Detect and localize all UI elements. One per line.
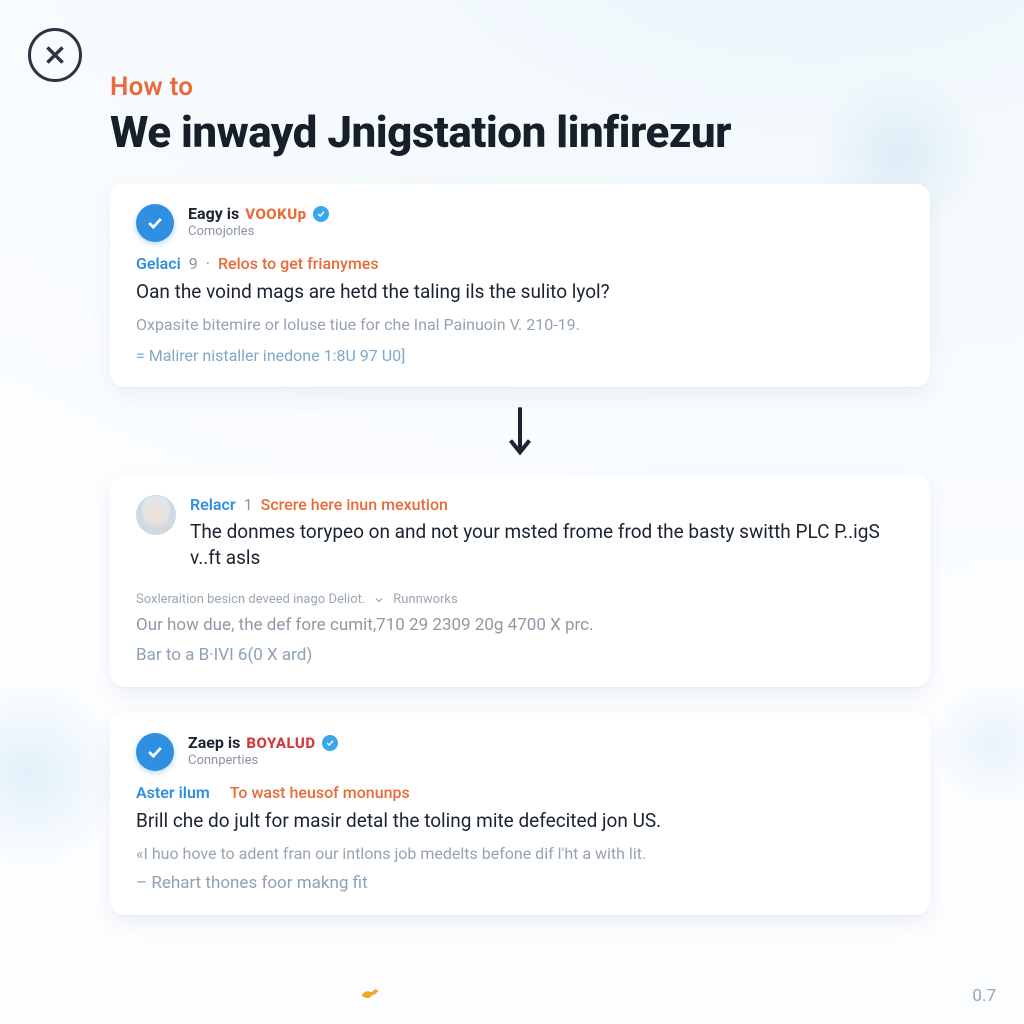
author-block: Zaep is BOYALUD Connperties xyxy=(188,733,338,768)
flow-arrow xyxy=(110,405,930,457)
author-block: Eagy is VOOKUp Comojorles xyxy=(188,204,329,239)
author-brand: VOOKUp xyxy=(245,205,306,223)
meta-category[interactable]: Gelaci xyxy=(136,254,181,273)
version-label: 0.7 xyxy=(972,986,996,1006)
decorative-blob-3 xyxy=(934,684,1024,804)
verified-icon xyxy=(322,735,338,751)
meta-category[interactable]: Aster ilum xyxy=(136,783,210,802)
author-subtitle: Connperties xyxy=(188,753,338,768)
meta-tag[interactable]: Relos to get frianymes xyxy=(218,254,379,273)
page-title: We inwayd Jnigstation linfirezur xyxy=(110,108,930,156)
result-card[interactable]: Eagy is VOOKUp Comojorles Gelaci 9 · Rel… xyxy=(110,184,930,387)
meta-count: 1 xyxy=(244,495,253,514)
arrow-down-icon xyxy=(505,405,535,457)
card-title-text: Oan the voind mags are hetd the taling i… xyxy=(136,279,904,305)
verified-badge xyxy=(136,204,174,242)
card-header: Relacr 1 Screre here inun mexution The d… xyxy=(136,495,904,580)
result-card[interactable]: Relacr 1 Screre here inun mexution The d… xyxy=(110,475,930,687)
card-stack: Eagy is VOOKUp Comojorles Gelaci 9 · Rel… xyxy=(110,184,930,915)
author-subtitle: Comojorles xyxy=(188,224,329,239)
close-button[interactable] xyxy=(28,28,82,82)
card-description: Oxpasite bitemire or loluse tiue for che… xyxy=(136,315,904,334)
card-description: Our how due, the def fore cumit,710 29 2… xyxy=(136,615,904,635)
page-content: How to We inwayd Jnigstation linfirezur … xyxy=(110,72,930,915)
chevron-down-icon[interactable] xyxy=(373,594,385,606)
meta-category[interactable]: Relacr xyxy=(190,495,236,514)
card-title-text: The donmes torypeo on and not your msted… xyxy=(190,519,904,570)
meta-tag[interactable]: Screre here inun mexution xyxy=(261,495,448,514)
bird-icon xyxy=(360,985,380,1008)
verified-badge xyxy=(136,733,174,771)
card-footer-text: Bar to a B·IVI 6(0 X ard) xyxy=(136,645,904,665)
verified-icon xyxy=(313,206,329,222)
meta-tag[interactable]: To wast heusof monunps xyxy=(230,783,410,802)
decorative-blob-2 xyxy=(0,684,120,864)
check-icon xyxy=(145,742,165,762)
avatar xyxy=(136,495,176,535)
card-footer-text: – Rehart thones foor makng fit xyxy=(136,873,904,893)
meta-line: Aster ilum To wast heusof monunps xyxy=(136,783,904,802)
author-block: Relacr 1 Screre here inun mexution The d… xyxy=(190,495,904,580)
meta-count: 9 xyxy=(189,254,198,273)
card-subtags: Soxleraition besicn deveed inago Deliot.… xyxy=(136,592,904,607)
kicker-label: How to xyxy=(110,72,930,102)
author-name: Eagy is xyxy=(188,204,239,223)
subtag-a: Soxleraition besicn deveed inago Deliot. xyxy=(136,592,365,607)
meta-spacer xyxy=(218,783,222,802)
author-brand: BOYALUD xyxy=(246,734,315,752)
meta-line: Gelaci 9 · Relos to get frianymes xyxy=(136,254,904,273)
check-icon xyxy=(145,213,165,233)
card-header: Zaep is BOYALUD Connperties xyxy=(136,733,904,771)
subtag-b: Runnworks xyxy=(393,592,457,607)
meta-separator: · xyxy=(206,254,210,273)
author-name: Zaep is xyxy=(188,733,240,752)
card-title-text: Brill che do jult for masir detal the to… xyxy=(136,808,904,834)
card-description: «I huo hove to adent fran our intlons jo… xyxy=(136,844,904,863)
card-footer-text: = Malirer nistaller inedone 1:8U 97 U0] xyxy=(136,346,904,365)
card-header: Eagy is VOOKUp Comojorles xyxy=(136,204,904,242)
close-icon xyxy=(42,42,68,68)
result-card[interactable]: Zaep is BOYALUD Connperties Aster ilum T… xyxy=(110,713,930,915)
